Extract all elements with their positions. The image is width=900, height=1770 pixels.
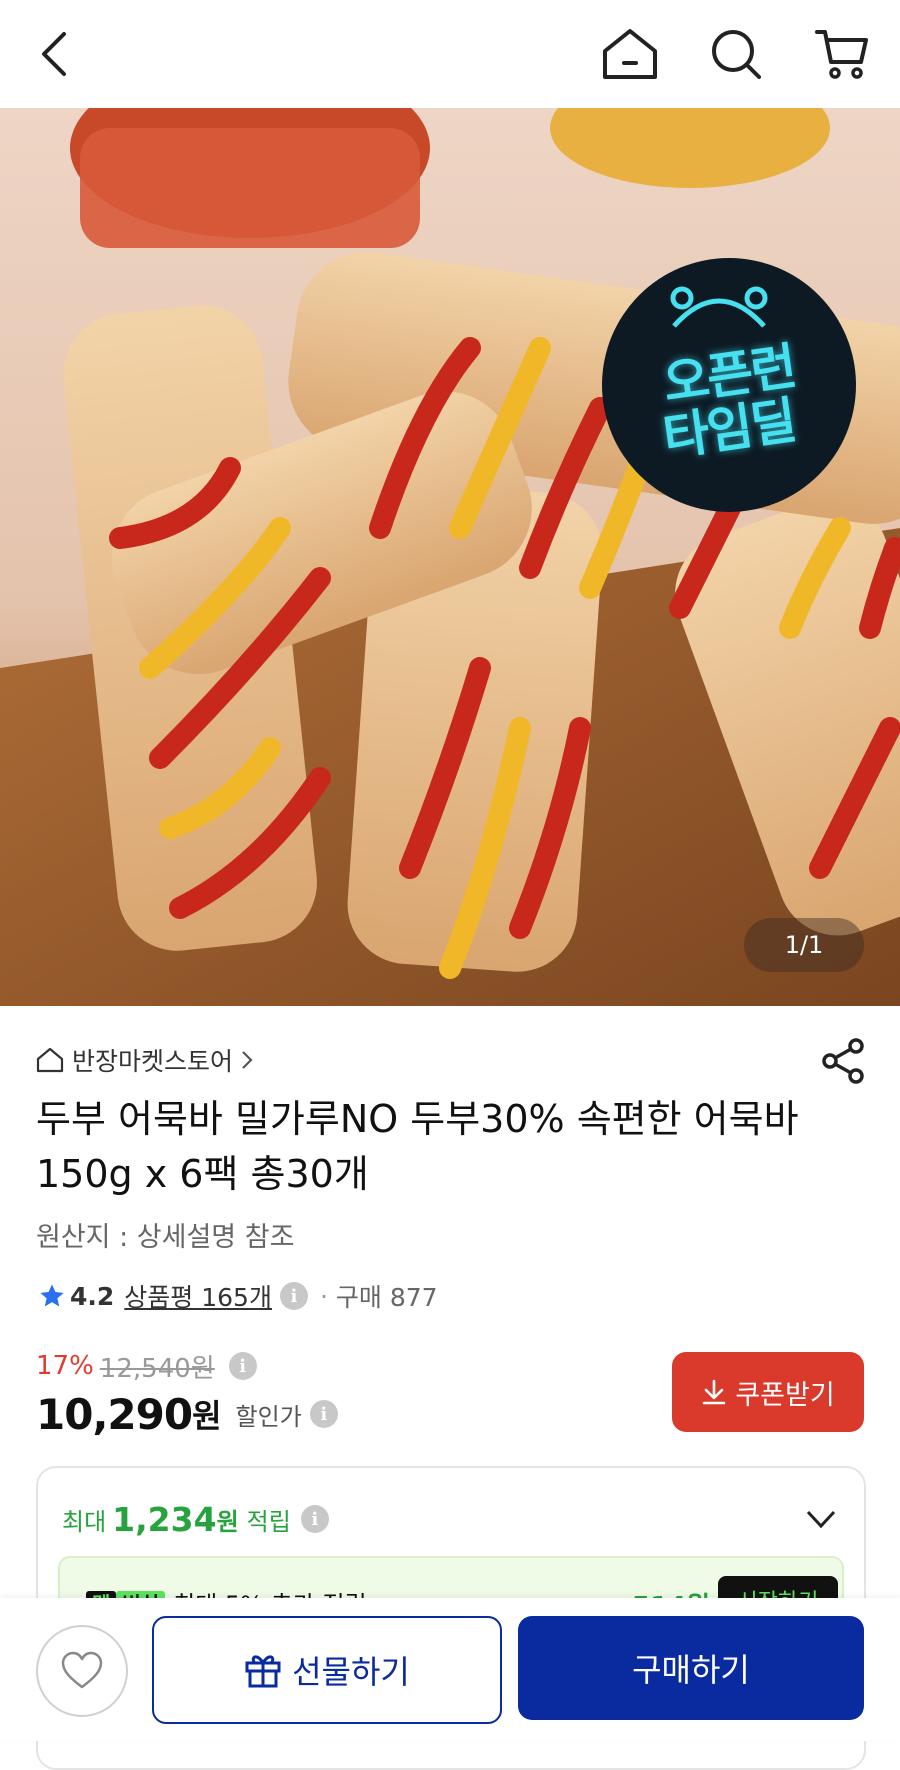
cart-button[interactable] — [810, 22, 874, 86]
share-icon — [822, 1038, 864, 1084]
wishlist-button[interactable] — [36, 1625, 128, 1717]
heart-icon — [61, 1651, 103, 1689]
original-price: 12,540원 — [99, 1353, 215, 1384]
product-photo-illustration — [0, 108, 900, 1006]
image-counter: 1/1 — [744, 918, 864, 972]
sale-info-icon[interactable]: i — [309, 1400, 338, 1428]
coupon-label: 쿠폰받기 — [735, 1379, 835, 1411]
points-prefix: 최대 — [62, 1507, 107, 1536]
bottom-bar: 선물하기 구매하기 — [0, 1598, 900, 1741]
home-icon — [603, 29, 657, 79]
download-icon — [703, 1379, 726, 1405]
rating-row: 4.2 상품평 165개 i · 구매 877 — [38, 1276, 438, 1316]
points-suffix: 적립 — [246, 1507, 291, 1536]
points-unit: 원 — [216, 1507, 239, 1536]
home-button[interactable] — [598, 22, 662, 86]
alarm-clock-icon — [670, 286, 768, 328]
points-expand-button[interactable] — [804, 1502, 838, 1536]
search-button[interactable] — [704, 22, 768, 86]
cart-icon — [815, 30, 868, 79]
product-image[interactable]: 오픈런 타임딜 1/1 — [0, 108, 900, 1006]
reviews-link[interactable]: 상품평 165개 — [124, 1278, 272, 1314]
rating-score: 4.2 — [70, 1281, 115, 1311]
sale-price: 10,290 — [36, 1389, 193, 1439]
purchase-count: 구매 877 — [335, 1283, 438, 1312]
top-bar — [0, 0, 900, 108]
sale-price-unit: 원 — [192, 1397, 222, 1435]
chevron-down-icon — [806, 1510, 836, 1529]
product-title: 두부 어묵바 밀가루NO 두부30% 속편한 어묵바 150g x 6팩 총30… — [36, 1097, 799, 1196]
back-button[interactable] — [22, 22, 86, 86]
store-home-icon — [36, 1047, 64, 1073]
gift-button[interactable]: 선물하기 — [152, 1616, 502, 1724]
search-icon — [712, 30, 761, 79]
origin-info: 원산지 : 상세설명 참조 — [36, 1222, 295, 1253]
price-line: 10,290 원 할인가 i — [36, 1386, 338, 1442]
back-icon — [42, 32, 66, 76]
discount-rate: 17% — [36, 1351, 94, 1381]
share-button[interactable] — [818, 1036, 868, 1086]
points-info-icon[interactable]: i — [300, 1505, 329, 1533]
star-icon — [40, 1284, 64, 1307]
price-info-icon[interactable]: i — [228, 1352, 257, 1380]
buy-button[interactable]: 구매하기 — [518, 1616, 864, 1720]
time-deal-badge: 오픈런 타임딜 — [602, 258, 856, 512]
store-link[interactable]: 반장마켓스토어 — [36, 1040, 253, 1080]
discount-line: 17% 12,540원 i — [36, 1348, 257, 1384]
gift-label: 선물하기 — [292, 1653, 410, 1691]
gift-icon — [245, 1655, 281, 1688]
coupon-button[interactable]: 쿠폰받기 — [672, 1352, 864, 1432]
separator-dot: · — [319, 1281, 328, 1311]
store-name: 반장마켓스토어 — [72, 1047, 234, 1076]
info-icon[interactable]: i — [279, 1282, 308, 1310]
points-row: 최대 1,234 원 적립 i — [62, 1494, 329, 1544]
sale-price-label: 할인가 — [235, 1402, 302, 1431]
points-amount: 1,234 — [112, 1499, 217, 1539]
chevron-right-icon — [242, 1051, 253, 1069]
